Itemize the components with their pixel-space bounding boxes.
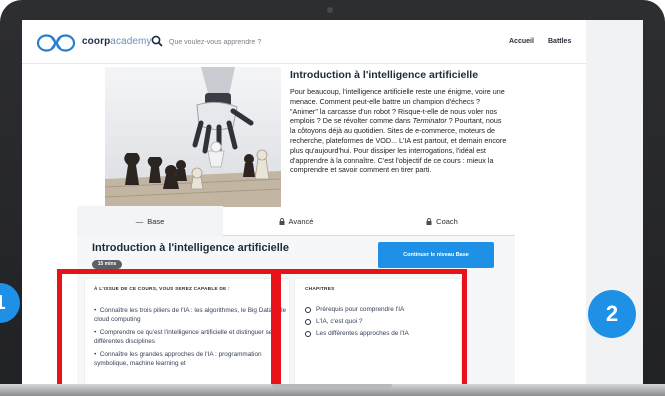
course-title: Introduction à l'intelligence artificiel… — [290, 69, 479, 81]
goals-highlight-box — [57, 269, 276, 394]
tab-base[interactable]: — Base — [77, 206, 223, 236]
continue-level-button[interactable]: Continuer le niveau Base — [378, 242, 494, 268]
search-icon[interactable] — [151, 35, 163, 47]
dash-icon: — — [135, 216, 144, 226]
lock-icon — [279, 217, 285, 225]
webcam — [327, 7, 333, 13]
tab-coach[interactable]: Coach — [369, 206, 515, 236]
level-title: Introduction à l'intelligence artificiel… — [92, 242, 289, 254]
search-input[interactable] — [169, 34, 329, 50]
laptop-base-notch — [272, 384, 392, 389]
brand-name[interactable]: coorpacademy — [82, 36, 152, 47]
annotation-bubble-2: 2 — [588, 290, 636, 338]
lock-icon — [426, 217, 432, 225]
top-header: coorpacademy Accueil Battles — [22, 20, 586, 64]
chapters-highlight-box — [276, 269, 467, 394]
level-tabs: — Base Avancé Coach — [77, 206, 515, 236]
course-cover-image — [105, 67, 281, 207]
coorp-logo-icon[interactable] — [36, 33, 76, 53]
course-description: Pour beaucoup, l'intelligence artificiel… — [290, 87, 507, 175]
nav-battles-link[interactable]: Battles — [548, 38, 571, 45]
duration-badge: 15 mins — [92, 260, 122, 269]
nav-accueil-link[interactable]: Accueil — [509, 38, 534, 45]
tab-avance[interactable]: Avancé — [223, 206, 369, 236]
